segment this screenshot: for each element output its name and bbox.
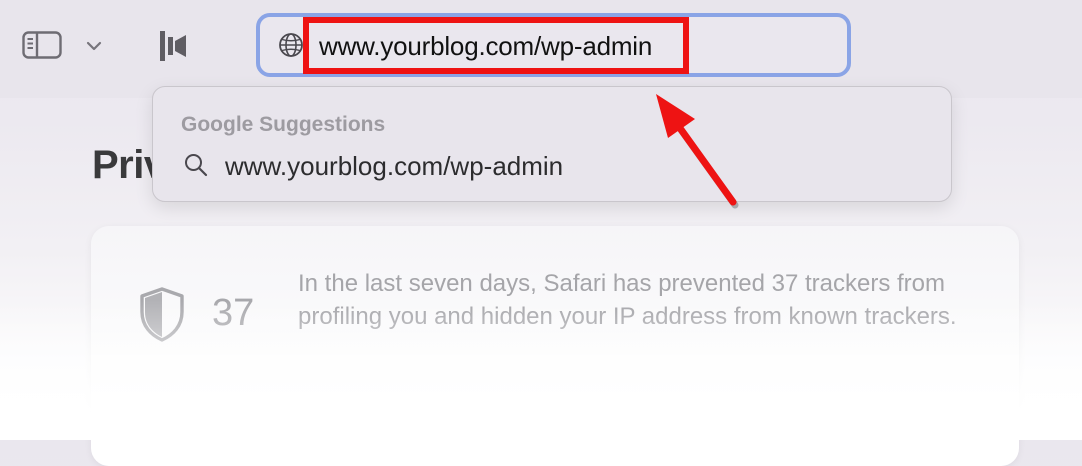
globe-icon [278,32,304,58]
sidebar-toggle-icon[interactable] [22,31,62,59]
suggestions-dropdown: Google Suggestions www.yourblog.com/wp-a… [152,86,952,202]
suggestion-item[interactable]: www.yourblog.com/wp-admin [225,150,563,182]
shield-icon [137,286,187,342]
search-icon [183,152,209,178]
chevron-down-icon[interactable] [84,36,104,56]
extension-logo-icon[interactable] [158,28,190,64]
red-arrow-icon [640,86,750,216]
tracker-count: 37 [212,292,255,334]
suggestions-header: Google Suggestions [181,113,386,136]
privacy-report-description: In the last seven days, Safari has preve… [298,270,957,330]
privacy-report-card [91,226,1019,466]
url-highlight-box [303,17,689,74]
